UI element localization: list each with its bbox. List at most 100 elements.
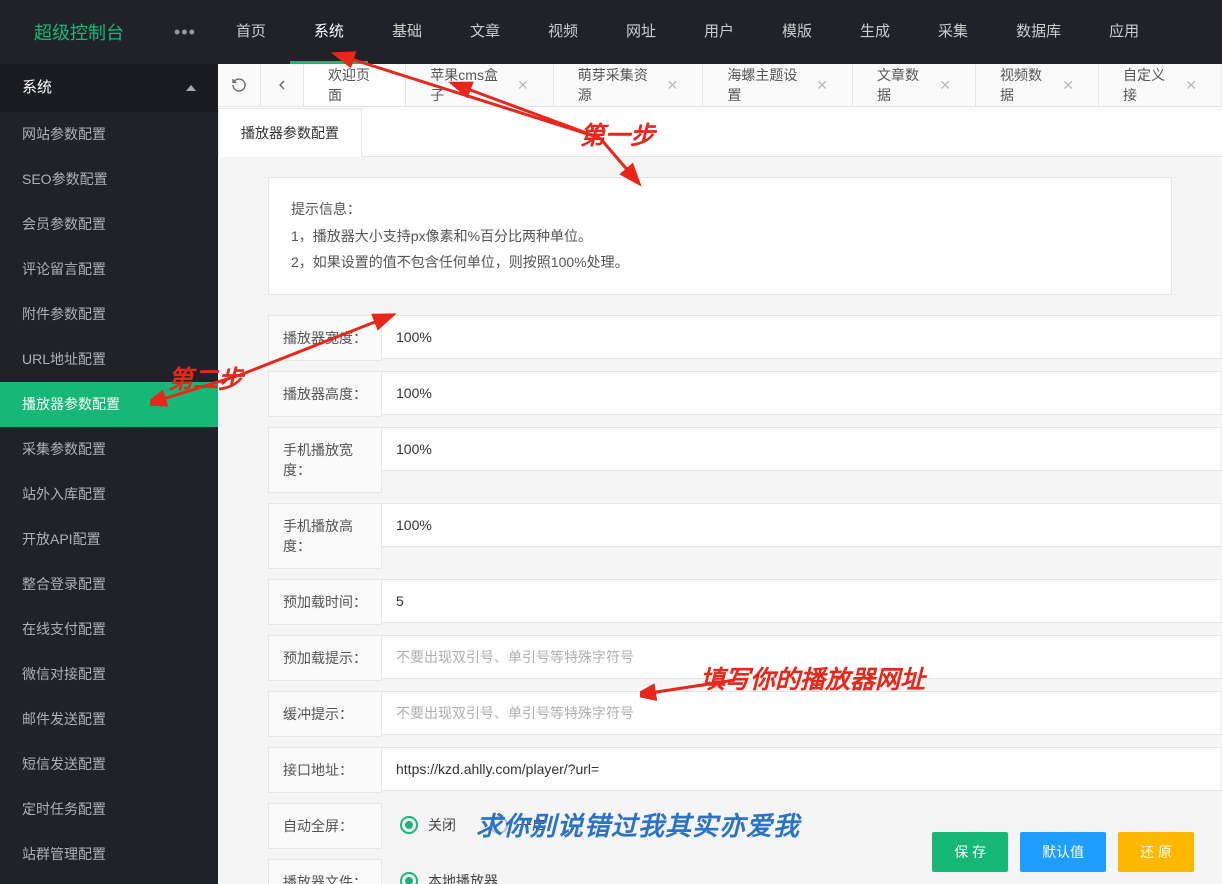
top-nav-item[interactable]: 文章 xyxy=(446,0,524,64)
tab-label: 自定义接 xyxy=(1123,65,1175,105)
top-nav-item[interactable]: 视频 xyxy=(524,0,602,64)
sidebar-item[interactable]: 采集参数配置 xyxy=(0,427,218,472)
close-icon[interactable]: ✕ xyxy=(517,77,529,94)
radio-checked-icon xyxy=(400,872,418,884)
tab-item[interactable]: 萌芽采集资源 ✕ xyxy=(554,64,704,106)
sidebar-item[interactable]: 在线支付配置 xyxy=(0,607,218,652)
input-player-height[interactable] xyxy=(382,371,1222,415)
sidebar-item[interactable]: 站群管理配置 xyxy=(0,832,218,877)
top-nav-item[interactable]: 模版 xyxy=(758,0,836,64)
label-buffer-tip: 缓冲提示： xyxy=(268,691,382,737)
top-nav-item[interactable]: 数据库 xyxy=(992,0,1085,64)
input-preload-time[interactable] xyxy=(382,579,1222,623)
info-box: 提示信息： 1，播放器大小支持px像素和%百分比两种单位。 2，如果设置的值不包… xyxy=(268,177,1172,295)
radio-label-off: 关闭 xyxy=(428,815,456,835)
info-line2: 2，如果设置的值不包含任何单位，则按照100%处理。 xyxy=(291,249,1149,276)
info-title: 提示信息： xyxy=(291,196,1149,223)
sidebar-item[interactable]: 短信发送配置 xyxy=(0,742,218,787)
label-preload-time: 预加载时间： xyxy=(268,579,382,625)
top-nav: 首页系统基础文章视频网址用户模版生成采集数据库应用 xyxy=(212,0,1163,64)
label-api-url: 接口地址： xyxy=(268,747,382,793)
footer-buttons: 保 存 默认值 还 原 xyxy=(932,832,1194,872)
radio-label-local: 本地播放器 xyxy=(428,871,498,884)
label-player-width: 播放器宽度： xyxy=(268,315,382,361)
section-tabs: 播放器参数配置 xyxy=(218,107,1222,157)
tab-item[interactable]: 欢迎页面 xyxy=(304,64,406,106)
label-preload-tip: 预加载提示： xyxy=(268,635,382,681)
top-nav-item[interactable]: 用户 xyxy=(680,0,758,64)
input-buffer-tip[interactable] xyxy=(382,691,1222,735)
tab-label: 欢迎页面 xyxy=(328,65,381,105)
input-player-width[interactable] xyxy=(382,315,1222,359)
sidebar-item[interactable]: 会员参数配置 xyxy=(0,202,218,247)
tab-label: 苹果cms盒子 xyxy=(430,65,507,105)
sidebar-item[interactable]: 播放器参数配置 xyxy=(0,382,218,427)
close-icon[interactable]: ✕ xyxy=(1185,77,1197,94)
sidebar-item[interactable]: 邮件发送配置 xyxy=(0,697,218,742)
radio-checked-icon xyxy=(400,816,418,834)
tab-label: 视频数据 xyxy=(1000,65,1052,105)
radio-auto-full-on[interactable]: 开启 xyxy=(490,815,546,835)
close-icon[interactable]: ✕ xyxy=(939,77,951,94)
input-api-url[interactable] xyxy=(382,747,1222,791)
sidebar-item[interactable]: 评论留言配置 xyxy=(0,247,218,292)
label-player-height: 播放器高度： xyxy=(268,371,382,417)
sidebar-item[interactable]: 附件参数配置 xyxy=(0,292,218,337)
main-area: 欢迎页面苹果cms盒子✕萌芽采集资源✕海螺主题设置✕文章数据✕视频数据✕自定义接… xyxy=(218,64,1222,884)
sidebar-item[interactable]: URL地址配置 xyxy=(0,337,218,382)
sidebar-item[interactable]: SEO参数配置 xyxy=(0,157,218,202)
sidebar-item[interactable]: 定时任务配置 xyxy=(0,787,218,832)
tab-item[interactable]: 海螺主题设置 ✕ xyxy=(703,64,853,106)
top-nav-item[interactable]: 基础 xyxy=(368,0,446,64)
refresh-button[interactable] xyxy=(218,64,261,106)
sidebar-group-system[interactable]: 系统 xyxy=(0,64,218,112)
sidebar-item[interactable]: 整合登录配置 xyxy=(0,562,218,607)
input-mobile-width[interactable] xyxy=(382,427,1222,471)
tab-label: 萌芽采集资源 xyxy=(578,65,657,105)
close-icon[interactable]: ✕ xyxy=(667,77,679,94)
brand-title: 超级控制台 xyxy=(0,19,158,45)
sidebar: 系统 网站参数配置SEO参数配置会员参数配置评论留言配置附件参数配置URL地址配… xyxy=(0,64,218,884)
info-line1: 1，播放器大小支持px像素和%百分比两种单位。 xyxy=(291,223,1149,250)
reset-button[interactable]: 还 原 xyxy=(1118,832,1194,872)
top-nav-item[interactable]: 系统 xyxy=(290,0,368,64)
content-area: 播放器参数配置 提示信息： 1，播放器大小支持px像素和%百分比两种单位。 2，… xyxy=(218,107,1222,884)
tab-item[interactable]: 文章数据 ✕ xyxy=(853,64,976,106)
top-nav-item[interactable]: 首页 xyxy=(212,0,290,64)
top-nav-item[interactable]: 采集 xyxy=(914,0,992,64)
radio-label-on: 开启 xyxy=(518,815,546,835)
sidebar-item[interactable]: 微信对接配置 xyxy=(0,652,218,697)
default-button[interactable]: 默认值 xyxy=(1020,832,1106,872)
sidebar-item[interactable]: 网站参数配置 xyxy=(0,112,218,157)
sidebar-item[interactable]: 开放API配置 xyxy=(0,517,218,562)
more-icon[interactable]: ••• xyxy=(158,22,212,43)
input-mobile-height[interactable] xyxy=(382,503,1222,547)
tab-prev-button[interactable] xyxy=(261,64,304,106)
section-tab-player[interactable]: 播放器参数配置 xyxy=(218,108,362,157)
form-area: 播放器宽度： 播放器高度： 手机播放宽度： 手机播放高度： 预加载时间： xyxy=(218,315,1222,884)
caret-up-icon xyxy=(186,85,196,91)
tab-label: 文章数据 xyxy=(877,65,929,105)
top-nav-item[interactable]: 应用 xyxy=(1085,0,1163,64)
tab-item[interactable]: 苹果cms盒子 ✕ xyxy=(406,64,553,106)
sidebar-item[interactable]: 站外入库配置 xyxy=(0,472,218,517)
label-mobile-width: 手机播放宽度： xyxy=(268,427,382,493)
label-mobile-height: 手机播放高度： xyxy=(268,503,382,569)
tab-item[interactable]: 视频数据 ✕ xyxy=(976,64,1099,106)
close-icon[interactable]: ✕ xyxy=(816,77,828,94)
tabs-row: 欢迎页面苹果cms盒子✕萌芽采集资源✕海螺主题设置✕文章数据✕视频数据✕自定义接… xyxy=(218,64,1222,107)
label-auto-full: 自动全屏： xyxy=(268,803,382,849)
tab-label: 海螺主题设置 xyxy=(727,65,806,105)
top-nav-item[interactable]: 生成 xyxy=(836,0,914,64)
input-preload-tip[interactable] xyxy=(382,635,1222,679)
radio-unchecked-icon xyxy=(490,816,508,834)
label-player-file: 播放器文件： xyxy=(268,859,382,884)
close-icon[interactable]: ✕ xyxy=(1062,77,1074,94)
save-button[interactable]: 保 存 xyxy=(932,832,1008,872)
sidebar-group-label: 系统 xyxy=(22,64,52,112)
top-nav-item[interactable]: 网址 xyxy=(602,0,680,64)
radio-player-file-local[interactable]: 本地播放器 xyxy=(400,871,498,884)
radio-auto-full-off[interactable]: 关闭 xyxy=(400,815,456,835)
tab-item[interactable]: 自定义接 ✕ xyxy=(1099,64,1222,106)
top-bar: 超级控制台 ••• 首页系统基础文章视频网址用户模版生成采集数据库应用 xyxy=(0,0,1222,64)
